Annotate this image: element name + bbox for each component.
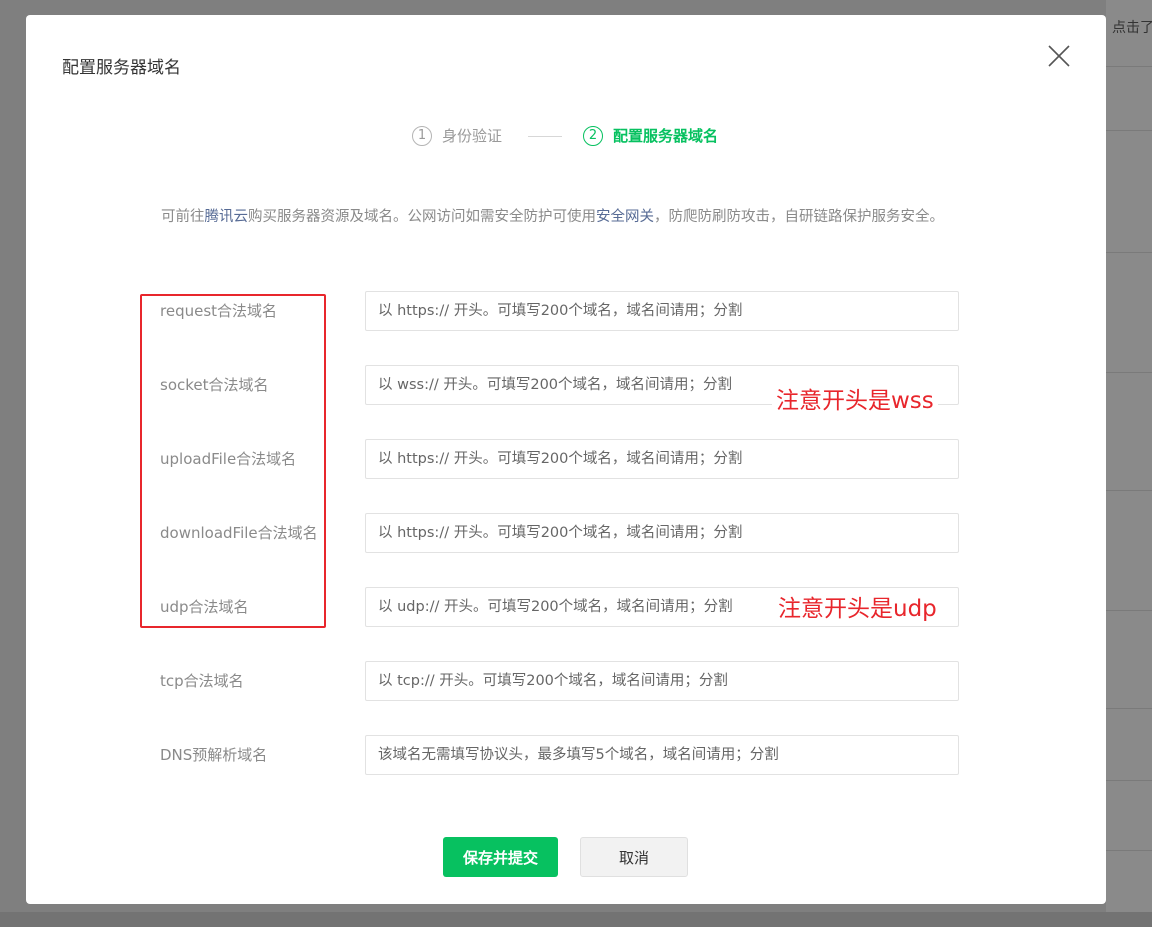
tencent-cloud-link[interactable]: 腾讯云 bbox=[205, 209, 249, 225]
annotation-udp-note: 注意开头是udp bbox=[774, 589, 941, 623]
dialog-title: 配置服务器域名 bbox=[62, 58, 181, 78]
step-label: 配置服务器域名 bbox=[613, 127, 719, 145]
close-button[interactable] bbox=[1044, 41, 1074, 71]
background-divider bbox=[1106, 252, 1152, 253]
annotation-highlight-box bbox=[140, 294, 326, 628]
field-row-tcp: tcp合法域名 bbox=[26, 661, 1106, 701]
dns-prefetch-domain-input[interactable] bbox=[365, 735, 959, 775]
background-divider bbox=[1106, 850, 1152, 851]
step-connector bbox=[528, 136, 562, 137]
save-submit-button[interactable]: 保存并提交 bbox=[443, 837, 558, 877]
background-divider bbox=[1106, 130, 1152, 131]
downloadfile-domain-input[interactable] bbox=[365, 513, 959, 553]
close-icon bbox=[1048, 45, 1070, 67]
annotation-wss-note: 注意开头是wss bbox=[772, 381, 938, 415]
intro-text-part: 可前往 bbox=[161, 209, 205, 225]
step-number: 1 bbox=[412, 125, 432, 146]
field-label-dns: DNS预解析域名 bbox=[160, 746, 268, 764]
background-bottom bbox=[0, 912, 1152, 927]
intro-text: 可前往腾讯云购买服务器资源及域名。公网访问如需安全防护可使用安全网关，防爬防刷防… bbox=[161, 205, 981, 230]
field-label-tcp: tcp合法域名 bbox=[160, 672, 244, 690]
stepper: 1 身份验证 2 配置服务器域名 bbox=[26, 123, 1106, 149]
uploadfile-domain-input[interactable] bbox=[365, 439, 959, 479]
request-domain-input[interactable] bbox=[365, 291, 959, 331]
background-divider bbox=[1106, 372, 1152, 373]
background-side-text: 点击了 bbox=[1112, 20, 1152, 36]
step-label: 身份验证 bbox=[442, 127, 503, 145]
intro-text-part: ，防爬防刷防攻击，自研链路保护服务安全。 bbox=[654, 209, 944, 225]
step-identity-verification: 1 身份验证 bbox=[412, 125, 502, 146]
background-divider bbox=[1106, 610, 1152, 611]
step-configure-domain: 2 配置服务器域名 bbox=[583, 125, 718, 146]
server-domain-dialog: 配置服务器域名 1 身份验证 2 配置服务器域名 可前往腾讯云购买服务器资源及域… bbox=[26, 15, 1106, 904]
step-number: 2 bbox=[583, 125, 603, 146]
cancel-button[interactable]: 取消 bbox=[580, 837, 688, 877]
intro-text-part: 购买服务器资源及域名。公网访问如需安全防护可使用 bbox=[248, 209, 596, 225]
background-divider bbox=[1106, 490, 1152, 491]
background-divider bbox=[1106, 66, 1152, 67]
background-page bbox=[1106, 0, 1152, 927]
background-divider bbox=[1106, 780, 1152, 781]
background-divider bbox=[1106, 708, 1152, 709]
security-gateway-link[interactable]: 安全网关 bbox=[596, 209, 654, 225]
field-row-dns: DNS预解析域名 bbox=[26, 735, 1106, 775]
tcp-domain-input[interactable] bbox=[365, 661, 959, 701]
